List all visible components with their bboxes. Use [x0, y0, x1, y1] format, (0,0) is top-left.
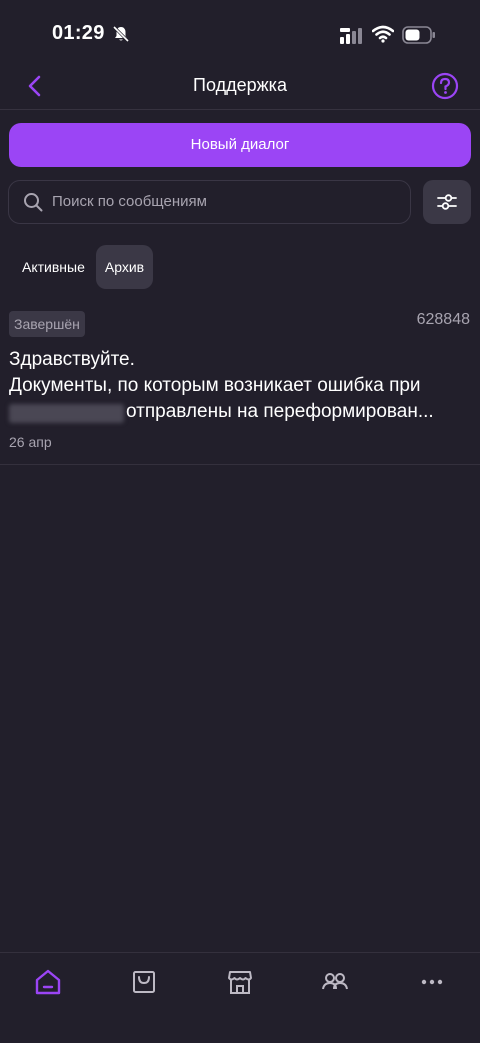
status-bar: 01:29	[0, 0, 480, 70]
tab-active[interactable]: Активные	[14, 245, 93, 289]
message-preview-line-1: Здравствуйте.	[9, 349, 135, 370]
bell-muted-icon	[112, 25, 130, 48]
search-box	[8, 180, 411, 224]
tab-archive[interactable]: Архив	[96, 245, 153, 289]
sliders-icon	[437, 194, 457, 210]
new-dialog-button[interactable]: Новый диалог	[9, 123, 471, 167]
dialog-id: 628848	[416, 311, 470, 328]
question-circle-icon	[431, 72, 459, 100]
search-icon	[23, 192, 43, 217]
people-icon[interactable]	[320, 967, 350, 997]
help-button[interactable]	[430, 71, 460, 101]
status-time: 01:29	[52, 22, 105, 44]
message-preview-line-3: отправлены на переформирован...	[126, 401, 434, 422]
signal-icon	[340, 28, 364, 49]
store-icon[interactable]	[225, 967, 255, 997]
dialog-date: 26 апр	[9, 434, 52, 450]
message-preview-line-2: Документы, по которым возникает ошибка п…	[9, 375, 421, 396]
wifi-icon	[371, 25, 395, 48]
dialog-list-item[interactable]: Завершён 628848 Здравствуйте. Документы,…	[0, 305, 480, 465]
shopping-bag-icon[interactable]	[129, 967, 159, 997]
more-icon[interactable]	[417, 967, 447, 997]
home-icon[interactable]	[33, 967, 63, 997]
filter-button[interactable]	[423, 180, 471, 224]
navbar: Поддержка	[0, 62, 480, 110]
battery-icon	[402, 26, 436, 49]
search-input[interactable]	[52, 181, 402, 223]
redacted-text	[9, 404, 124, 423]
status-badge: Завершён	[9, 311, 85, 337]
bottom-tab-bar	[0, 952, 480, 1043]
page-title: Поддержка	[193, 75, 287, 95]
